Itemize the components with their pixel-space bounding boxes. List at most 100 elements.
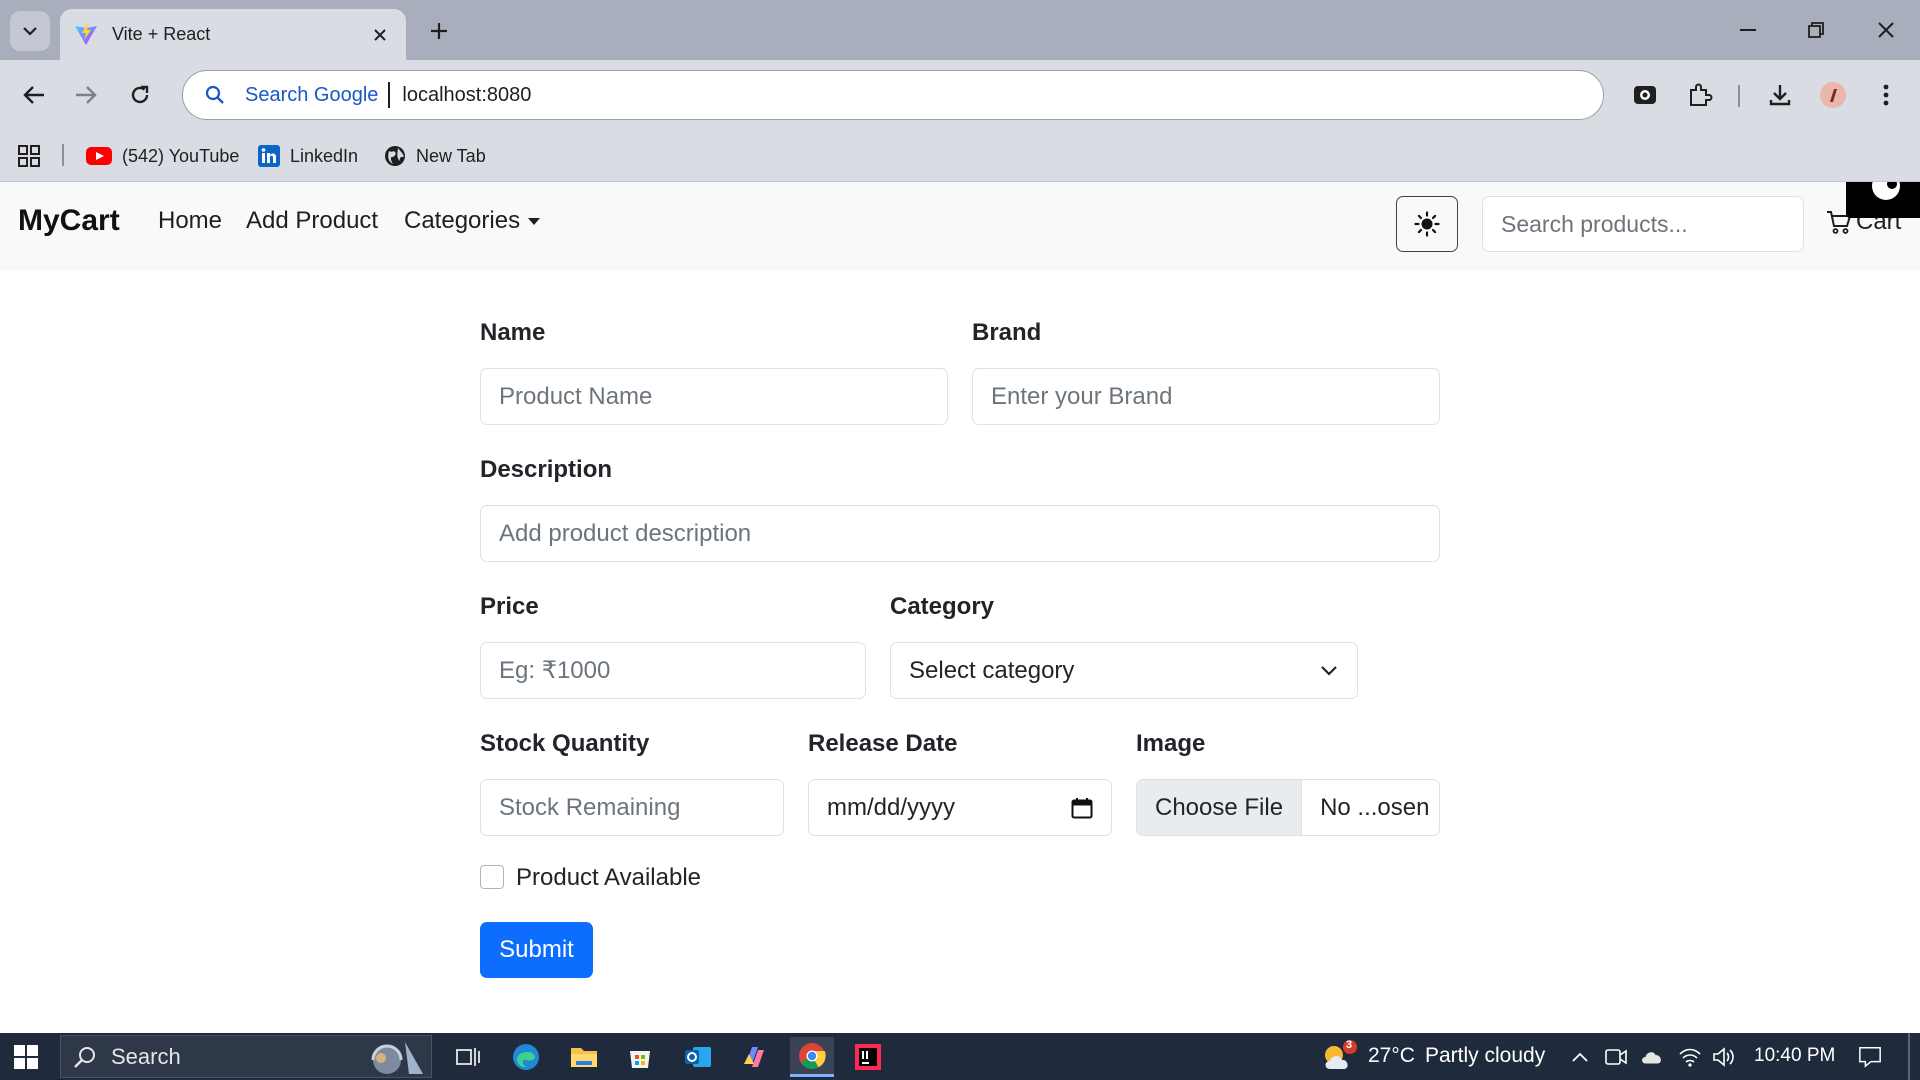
image-label: Image bbox=[1136, 730, 1206, 757]
chevron-down-icon bbox=[1321, 665, 1337, 676]
date-format-text: mm/dd/yyyy bbox=[827, 793, 956, 821]
product-available-checkbox[interactable] bbox=[480, 865, 504, 889]
taskbar-search-box[interactable]: Search bbox=[60, 1035, 432, 1078]
tab-title: Vite + React bbox=[112, 24, 211, 44]
stock-quantity-label: Stock Quantity bbox=[480, 730, 650, 757]
theme-toggle-button[interactable] bbox=[1396, 196, 1458, 252]
edge-app[interactable] bbox=[504, 1037, 548, 1077]
browser-tabstrip: Vite + React bbox=[0, 0, 1920, 60]
floating-widget-tab[interactable] bbox=[1846, 182, 1920, 218]
caret-down-icon bbox=[528, 218, 541, 226]
clock-time[interactable]: 10:40 PM bbox=[1754, 1045, 1835, 1067]
intellij-app[interactable] bbox=[846, 1037, 890, 1077]
chevron-down-icon bbox=[23, 26, 37, 36]
submit-button[interactable]: Submit bbox=[480, 922, 593, 978]
category-selected-value: Select category bbox=[909, 656, 1075, 684]
image-file-input[interactable]: Choose File No ...osen bbox=[1136, 779, 1440, 836]
globe-icon bbox=[384, 145, 406, 167]
description-label: Description bbox=[480, 456, 613, 483]
folder-icon bbox=[571, 1048, 597, 1067]
arrow-right-icon bbox=[76, 86, 97, 104]
brand-label: Brand bbox=[972, 319, 1042, 346]
add-product-form: Name Product Name Brand Enter your Brand… bbox=[0, 267, 1920, 1033]
show-desktop-divider[interactable] bbox=[1908, 1033, 1910, 1080]
download-icon bbox=[1769, 85, 1791, 106]
bookmarks-bar: (542) YouTube LinkedIn New Tab bbox=[0, 130, 1920, 182]
price-label: Price bbox=[480, 593, 539, 620]
bookmark-linkedin[interactable]: LinkedIn bbox=[258, 142, 358, 170]
more-vert-icon bbox=[1883, 84, 1889, 106]
vite-logo-icon bbox=[75, 23, 97, 45]
name-label: Name bbox=[480, 319, 546, 346]
choose-file-button[interactable]: Choose File bbox=[1137, 780, 1303, 835]
browser-tab-active[interactable]: Vite + React bbox=[60, 9, 406, 60]
store-icon bbox=[630, 1051, 650, 1068]
notifications-icon[interactable] bbox=[1858, 1045, 1882, 1069]
reload-button[interactable] bbox=[122, 77, 158, 113]
puzzle-icon bbox=[1690, 83, 1713, 106]
nav-link-home[interactable]: Home bbox=[158, 207, 222, 235]
taskbar-search-label: Search bbox=[111, 1043, 181, 1069]
bookmark-label: New Tab bbox=[416, 145, 486, 166]
close-window-button[interactable] bbox=[1866, 12, 1906, 48]
copilot-app[interactable] bbox=[732, 1037, 776, 1077]
extensions-button[interactable] bbox=[1682, 77, 1718, 113]
chrome-app[interactable] bbox=[790, 1037, 834, 1077]
task-view-button[interactable] bbox=[446, 1037, 490, 1077]
brand-input[interactable]: Enter your Brand bbox=[972, 368, 1440, 425]
outlook-app[interactable] bbox=[676, 1037, 720, 1077]
close-icon bbox=[1878, 22, 1894, 38]
intellij-icon bbox=[855, 1044, 881, 1070]
edge-icon bbox=[513, 1044, 539, 1070]
calendar-icon[interactable] bbox=[1071, 797, 1093, 819]
back-button[interactable] bbox=[16, 77, 52, 113]
product-available-label[interactable]: Product Available bbox=[516, 864, 701, 892]
volume-icon[interactable] bbox=[1712, 1045, 1736, 1069]
toolbar-separator bbox=[1738, 85, 1740, 107]
name-input[interactable]: Product Name bbox=[480, 368, 948, 425]
widget-icon bbox=[1872, 182, 1900, 200]
minimize-button[interactable] bbox=[1728, 12, 1768, 48]
weather-widget-icon[interactable]: 3 bbox=[1320, 1039, 1360, 1075]
wifi-icon[interactable] bbox=[1678, 1045, 1702, 1069]
close-tab-icon[interactable] bbox=[368, 23, 392, 47]
address-bar[interactable]: Search Google localhost:8080 bbox=[182, 70, 1604, 120]
bookmark-youtube[interactable]: (542) YouTube bbox=[86, 142, 239, 170]
apps-button[interactable] bbox=[18, 142, 40, 170]
downloads-button[interactable] bbox=[1762, 77, 1798, 113]
browser-toolbar: Search Google localhost:8080 bbox=[0, 60, 1920, 130]
bookmark-new-tab[interactable]: New Tab bbox=[384, 142, 486, 170]
linkedin-icon bbox=[258, 145, 280, 167]
restore-button[interactable] bbox=[1796, 12, 1836, 48]
meet-now-icon[interactable] bbox=[1604, 1045, 1628, 1069]
profile-button[interactable] bbox=[1815, 77, 1851, 113]
nav-link-add-product[interactable]: Add Product bbox=[246, 207, 378, 235]
screenshot-extension-button[interactable] bbox=[1627, 77, 1663, 113]
search-google-hint: Search Google bbox=[245, 83, 379, 106]
bookmark-label: LinkedIn bbox=[290, 145, 359, 166]
release-date-input[interactable]: mm/dd/yyyy bbox=[808, 779, 1112, 836]
windows-start-icon[interactable] bbox=[14, 1045, 38, 1069]
file-name-text: No ...osen bbox=[1320, 793, 1430, 821]
nav-dropdown-categories[interactable]: Categories bbox=[404, 207, 541, 235]
onedrive-icon[interactable] bbox=[1640, 1045, 1664, 1069]
file-explorer-app[interactable] bbox=[562, 1037, 606, 1077]
minimize-icon bbox=[1740, 29, 1756, 31]
menu-button[interactable] bbox=[1868, 77, 1904, 113]
tab-search-button[interactable] bbox=[10, 11, 50, 51]
brand-logo[interactable]: MyCart bbox=[18, 204, 120, 238]
category-select[interactable]: Select category bbox=[890, 642, 1358, 699]
apps-grid-icon bbox=[18, 145, 40, 167]
weather-temperature: 27°C bbox=[1368, 1044, 1415, 1067]
weather-badge: 3 bbox=[1346, 1039, 1353, 1051]
forward-button[interactable] bbox=[68, 77, 104, 113]
restore-icon bbox=[1808, 22, 1824, 38]
microsoft-store-app[interactable] bbox=[618, 1037, 662, 1077]
plus-icon bbox=[431, 23, 447, 39]
product-search-input[interactable]: Search products... bbox=[1482, 196, 1804, 252]
new-tab-button[interactable] bbox=[424, 16, 454, 46]
stock-quantity-input[interactable]: Stock Remaining bbox=[480, 779, 784, 836]
price-input[interactable]: Eg: ₹1000 bbox=[480, 642, 866, 699]
description-input[interactable]: Add product description bbox=[480, 505, 1440, 562]
chevron-up-icon[interactable] bbox=[1568, 1045, 1592, 1069]
